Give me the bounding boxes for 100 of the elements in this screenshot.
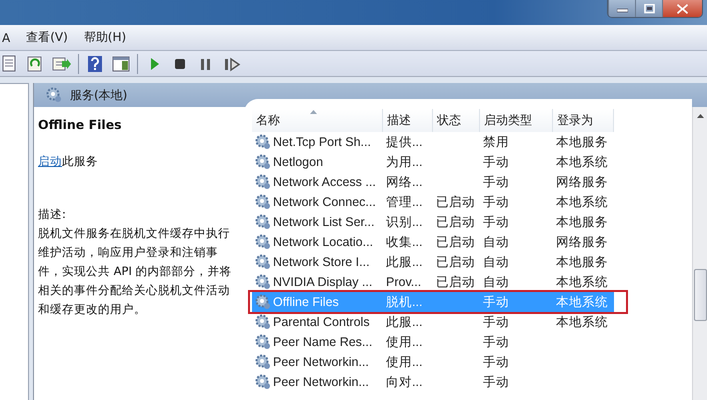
gear-icon	[255, 374, 271, 390]
scrollbar[interactable]	[692, 107, 707, 400]
gear-icon	[255, 214, 271, 230]
close-icon	[677, 4, 688, 14]
table-row[interactable]: Network Store I... 此服... 已启动 自动 本地服务	[252, 252, 614, 272]
table-cell[interactable]: NVIDIA Display ...	[273, 273, 372, 291]
scroll-thumb[interactable]	[694, 269, 706, 321]
table-cell[interactable]: 本地服务	[553, 133, 614, 151]
table-cell[interactable]: 网络服务	[553, 173, 614, 191]
table-cell[interactable]: 管理...	[383, 193, 433, 211]
column-header[interactable]: 描述	[383, 109, 433, 132]
menu-item[interactable]: 查看(V)	[24, 29, 82, 46]
table-cell[interactable]: 网络...	[383, 173, 433, 191]
table-row[interactable]: Network List Ser... 识别... 已启动 手动 本地服务	[252, 212, 614, 232]
table-cell[interactable]: 向对...	[383, 373, 433, 391]
table-cell[interactable]: 已启动	[433, 193, 480, 211]
table-cell[interactable]: 收集...	[383, 233, 433, 251]
table-cell[interactable]: 本地服务	[553, 253, 614, 271]
close-button[interactable]	[662, 0, 702, 17]
table-cell[interactable]: 使用...	[383, 333, 433, 351]
gear-icon	[255, 274, 271, 290]
pane-title: 服务(本地)	[70, 86, 128, 104]
help-icon[interactable]	[85, 54, 105, 72]
start-link[interactable]: 启动	[38, 154, 62, 168]
gear-icon	[255, 194, 271, 210]
table-cell[interactable]: 手动	[480, 353, 553, 371]
table-cell[interactable]: 自动	[480, 273, 553, 291]
table-cell[interactable]: 为用...	[383, 153, 433, 171]
export-icon[interactable]	[52, 54, 72, 72]
table-cell[interactable]: 自动	[480, 253, 553, 271]
table-row[interactable]: Parental Controls 此服... 手动 本地系统	[252, 312, 614, 332]
minimize-button[interactable]	[608, 0, 635, 17]
gear-icon	[255, 234, 271, 250]
table-row[interactable]: Peer Networkin... 向对... 手动	[252, 372, 614, 392]
table-cell[interactable]: 已启动	[433, 253, 480, 271]
table-cell[interactable]: 手动	[480, 153, 553, 171]
table-cell[interactable]: Prov...	[383, 273, 433, 291]
service-name: Offline Files	[38, 116, 123, 134]
column-header[interactable]: 状态	[433, 109, 480, 132]
gear-icon	[255, 174, 271, 190]
table-cell[interactable]: 本地系统	[553, 273, 614, 291]
gear-icon	[46, 87, 62, 103]
column-header[interactable]: 名称	[252, 109, 383, 132]
table-cell[interactable]: Net.Tcp Port Sh...	[273, 133, 371, 151]
column-header[interactable]: 启动类型	[480, 109, 553, 132]
table-cell[interactable]: 禁用	[480, 133, 553, 151]
column-header[interactable]: 登录为	[553, 109, 614, 132]
table-row[interactable]: Network Access ... 网络... 手动 网络服务	[252, 172, 614, 192]
table-row[interactable]: Peer Networkin... 使用... 手动	[252, 352, 614, 372]
table-cell[interactable]: Network Connec...	[273, 193, 376, 211]
table-cell[interactable]: 识别...	[383, 213, 433, 231]
table-row[interactable]: Netlogon 为用... 手动 本地系统	[252, 152, 614, 172]
menu-item[interactable]: A	[0, 30, 24, 44]
table-cell[interactable]: 本地服务	[553, 213, 614, 231]
gear-icon	[255, 294, 271, 310]
table-cell[interactable]: 此服...	[383, 253, 433, 271]
gear-icon	[255, 254, 271, 270]
start-service-text: 启动此服务	[38, 153, 99, 170]
gear-icon	[255, 154, 271, 170]
table-cell[interactable]: 本地系统	[553, 193, 614, 211]
table-cell[interactable]: 使用...	[383, 353, 433, 371]
table-cell[interactable]: 已启动	[433, 213, 480, 231]
table-cell[interactable]: Network Access ...	[273, 173, 376, 191]
maximize-icon	[644, 4, 654, 14]
table-cell[interactable]: 手动	[480, 333, 553, 351]
table-cell[interactable]: Peer Networkin...	[273, 353, 369, 371]
table-cell[interactable]: Peer Networkin...	[273, 373, 369, 391]
table-cell[interactable]: Peer Name Res...	[273, 333, 372, 351]
table-cell[interactable]: 已启动	[433, 233, 480, 251]
table-row[interactable]: NVIDIA Display ... Prov... 已启动 自动 本地系统	[252, 272, 614, 292]
table-row[interactable]: Net.Tcp Port Sh... 提供... 禁用 本地服务	[252, 132, 614, 152]
table-cell[interactable]: 手动	[480, 313, 553, 331]
table-cell[interactable]: Network Locatio...	[273, 233, 374, 251]
description-text: 脱机文件服务在脱机文件缓存中执行维护活动，响应用户登录和注销事件，实现公共 API 的内部部分，并将相关的事件分配给关心脱机文件活动和缓存更改的用户。	[38, 225, 233, 318]
table-row[interactable]: Network Connec... 管理... 已启动 手动 本地系统	[252, 192, 614, 212]
table-cell[interactable]: 自动	[480, 233, 553, 251]
table-cell[interactable]: 手动	[480, 213, 553, 231]
table-row[interactable]: Network Locatio... 收集... 已启动 自动 网络服务	[252, 232, 614, 252]
gear-icon	[255, 354, 271, 370]
table-cell[interactable]: 手动	[480, 373, 553, 391]
table-row[interactable]: Peer Name Res... 使用... 手动	[252, 332, 614, 352]
table-cell[interactable]: 此服...	[383, 313, 433, 331]
table-cell[interactable]: 网络服务	[553, 233, 614, 251]
maximize-button[interactable]	[635, 0, 662, 17]
table-cell[interactable]: 手动	[480, 193, 553, 211]
gear-icon	[255, 334, 271, 350]
panel-icon[interactable]	[111, 54, 131, 72]
menu-item[interactable]: 帮助(H)	[82, 29, 140, 46]
table-cell[interactable]: 本地系统	[553, 313, 614, 331]
table-cell[interactable]: 已启动	[433, 273, 480, 291]
table-cell[interactable]: Network Store I...	[273, 253, 370, 271]
table-cell[interactable]: 本地系统	[553, 153, 614, 171]
table-cell[interactable]: 提供...	[383, 133, 433, 151]
table-cell[interactable]: 手动	[480, 173, 553, 191]
table-cell[interactable]: Network List Ser...	[273, 213, 374, 231]
description-label: 描述:	[38, 206, 67, 223]
table-cell[interactable]: Netlogon	[273, 153, 324, 171]
gear-icon	[255, 314, 271, 330]
gear-icon	[255, 134, 271, 150]
table-cell[interactable]: Parental Controls	[273, 313, 370, 331]
